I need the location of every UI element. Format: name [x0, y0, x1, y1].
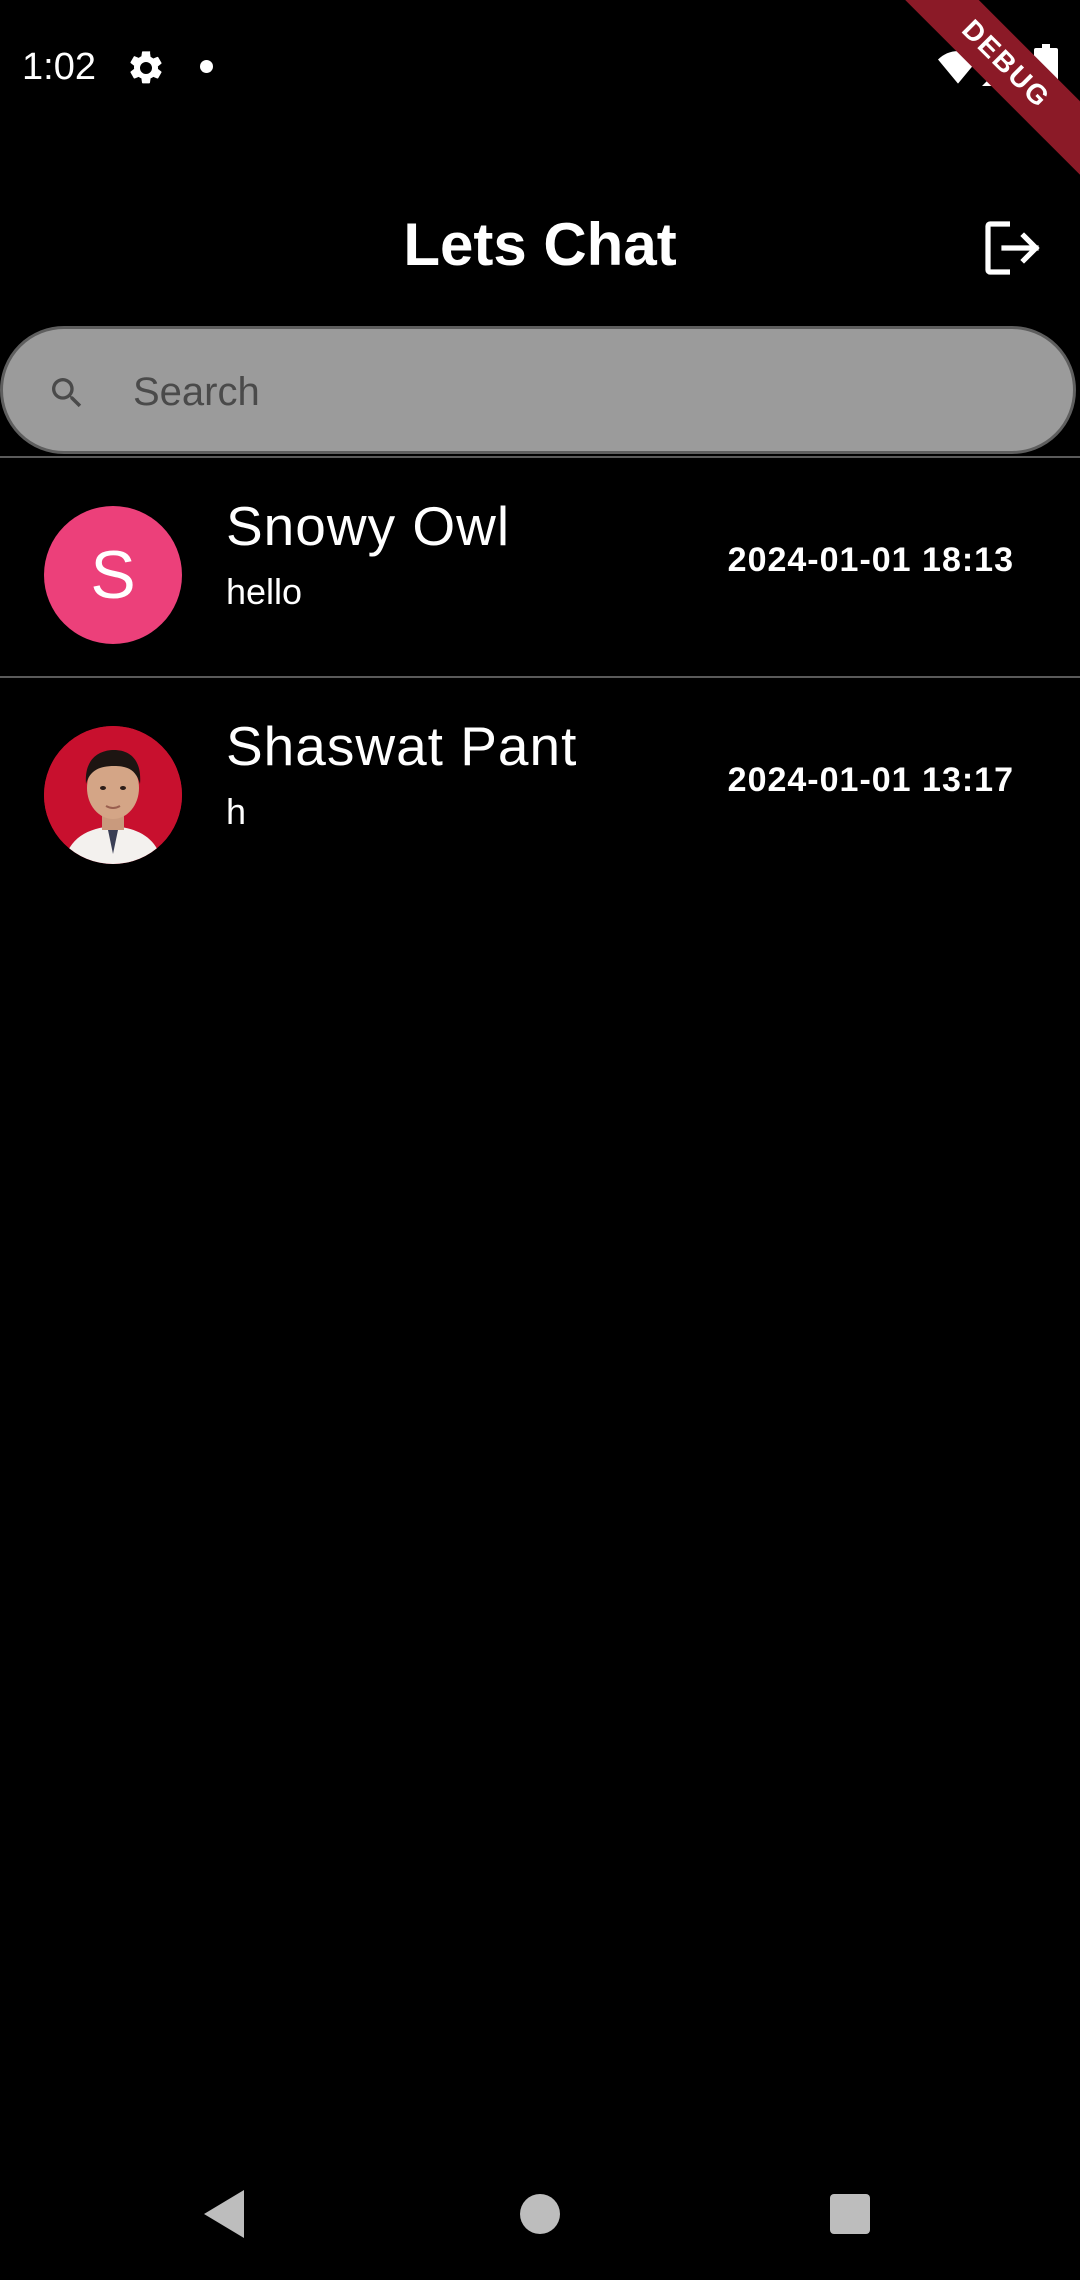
- gear-icon: [130, 51, 162, 84]
- notification-dot-icon: [200, 60, 213, 73]
- chat-name: Shaswat Pant: [226, 715, 578, 777]
- status-time: 1:02: [22, 46, 96, 88]
- avatar-photo: [44, 726, 182, 864]
- status-bar: 1:02: [0, 0, 1080, 135]
- chat-row[interactable]: Shaswat Pant h 2024-01-01 13:17: [0, 678, 1080, 896]
- home-icon[interactable]: [520, 2194, 560, 2234]
- avatar: S: [44, 506, 182, 644]
- search-icon: [52, 378, 82, 408]
- search-input[interactable]: [131, 349, 1015, 435]
- chat-last-message: hello: [226, 571, 303, 612]
- avatar: [44, 726, 182, 864]
- search-bar[interactable]: [0, 326, 1076, 454]
- chat-row[interactable]: S Snowy Owl hello 2024-01-01 18:13: [0, 458, 1080, 676]
- recents-icon[interactable]: [830, 2194, 870, 2234]
- back-icon[interactable]: [204, 2190, 244, 2238]
- chat-timestamp: 2024-01-01 13:17: [727, 761, 1014, 799]
- chat-last-message: h: [226, 791, 247, 832]
- logout-icon: [985, 221, 1040, 275]
- app-bar: Lets Chat: [0, 200, 1080, 290]
- chat-name: Snowy Owl: [226, 495, 511, 557]
- navigation-bar: [0, 2160, 1080, 2280]
- avatar-letter: S: [90, 537, 136, 613]
- chat-list-screen: 1:02 DEBUG Lets Chat Search S Snowy Owl …: [0, 0, 1080, 2280]
- page-title: Lets Chat: [403, 211, 677, 278]
- logout-button[interactable]: [982, 218, 1044, 278]
- chat-timestamp: 2024-01-01 18:13: [727, 541, 1014, 579]
